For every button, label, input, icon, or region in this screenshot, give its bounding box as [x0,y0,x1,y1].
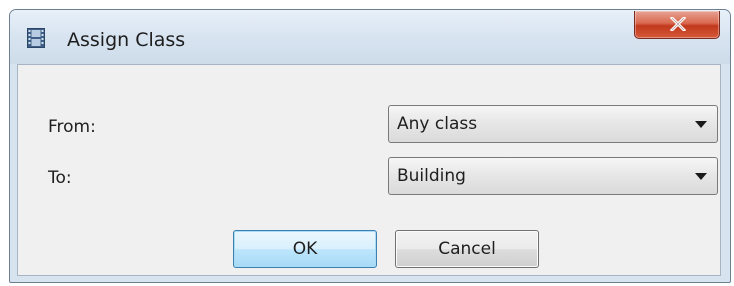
from-label: From: [48,117,96,137]
chevron-down-icon [695,173,707,180]
from-dropdown-value: Any class [397,114,478,134]
ok-button[interactable]: OK [233,230,377,268]
close-button[interactable] [634,11,720,39]
from-dropdown[interactable]: Any class [388,105,718,143]
title-bar[interactable]: Assign Class [10,10,730,64]
window-title: Assign Class [67,29,186,51]
to-label: To: [48,168,72,188]
assign-class-dialog: Assign Class From: Any class To: Buildin… [9,9,731,283]
cancel-button[interactable]: Cancel [395,230,539,268]
to-dropdown[interactable]: Building [388,157,718,195]
dialog-content: From: Any class To: Building OK Cancel [17,64,721,276]
to-dropdown-value: Building [397,166,466,186]
film-strip-icon [27,28,45,48]
chevron-down-icon [695,121,707,128]
close-icon [670,17,686,31]
